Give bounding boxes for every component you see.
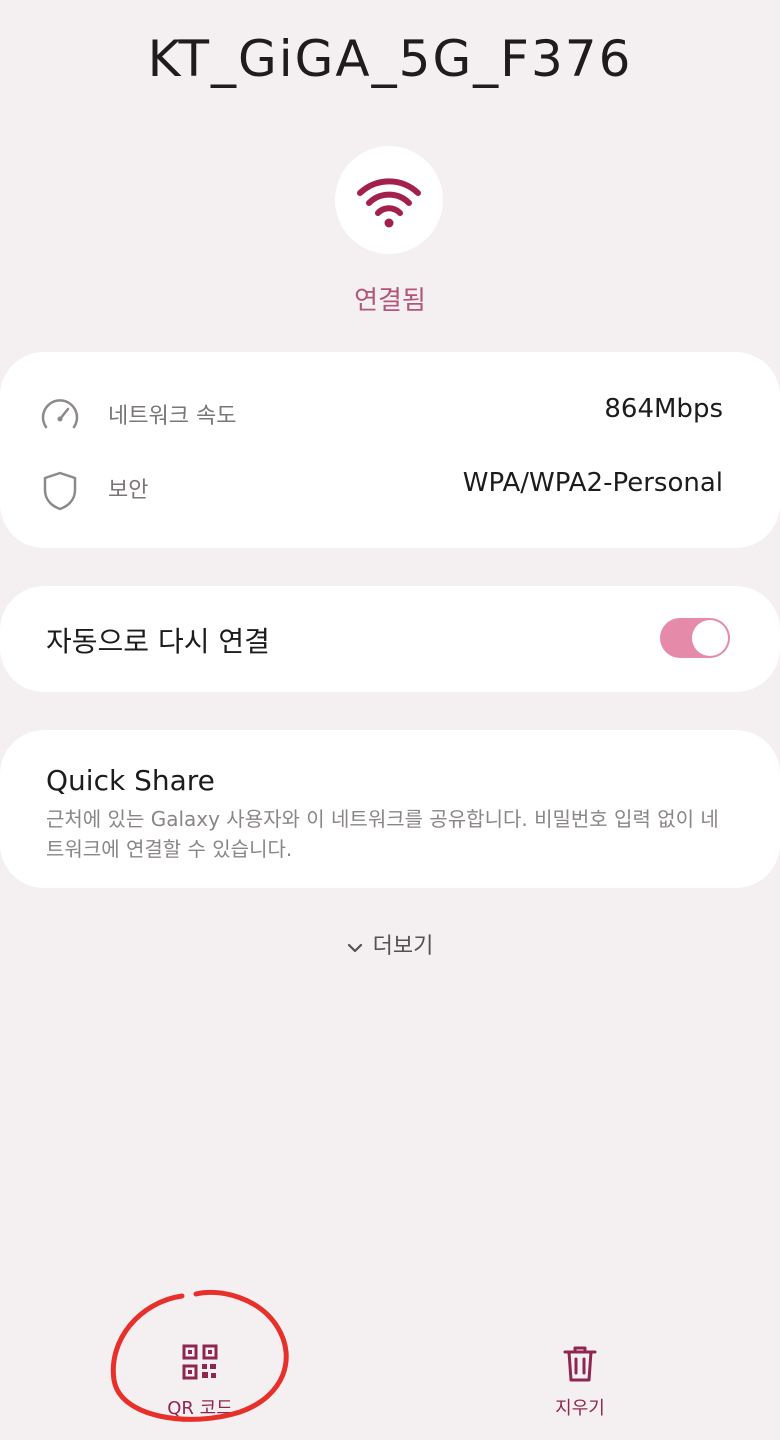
- auto-reconnect-label: 자동으로 다시 연결: [46, 625, 270, 658]
- shield-icon: [38, 468, 82, 512]
- quick-share-title: Quick Share: [46, 764, 215, 797]
- security-label: 보안: [108, 478, 149, 503]
- connection-status: 연결됨: [354, 286, 426, 316]
- more-button[interactable]: 더보기: [0, 928, 780, 960]
- network-info-card: 네트워크 속도 864Mbps 보안 WPA/WPA2-Personal: [0, 352, 780, 548]
- wifi-status-badge: [335, 146, 443, 254]
- qr-code-icon: [182, 1344, 218, 1384]
- network-speed-value: 864Mbps: [604, 394, 723, 424]
- speedometer-icon: [38, 394, 82, 438]
- auto-reconnect-card[interactable]: 자동으로 다시 연결: [0, 586, 780, 692]
- quick-share-description: 근처에 있는 Galaxy 사용자와 이 네트워크를 공유합니다. 비밀번호 입…: [46, 807, 719, 861]
- wifi-icon: [357, 178, 421, 228]
- delete-label: 지우기: [555, 1398, 605, 1419]
- trash-icon: [562, 1344, 598, 1384]
- security-row: 보안 WPA/WPA2-Personal: [0, 458, 780, 518]
- toggle-knob: [692, 620, 728, 656]
- quick-share-card[interactable]: Quick Share 근처에 있는 Galaxy 사용자와 이 네트워크를 공…: [0, 730, 780, 888]
- qr-code-button[interactable]: QR 코드: [120, 1344, 280, 1424]
- qr-code-label: QR 코드: [167, 1398, 233, 1419]
- network-name-title: KT_GiGA_5G_F376: [147, 30, 633, 88]
- network-speed-label: 네트워크 속도: [108, 404, 237, 429]
- network-speed-row: 네트워크 속도 864Mbps: [0, 384, 780, 444]
- auto-reconnect-toggle[interactable]: [660, 618, 730, 658]
- chevron-down-icon: [347, 935, 363, 960]
- delete-network-button[interactable]: 지우기: [500, 1344, 660, 1424]
- more-label: 더보기: [372, 934, 434, 959]
- security-value: WPA/WPA2-Personal: [462, 468, 723, 498]
